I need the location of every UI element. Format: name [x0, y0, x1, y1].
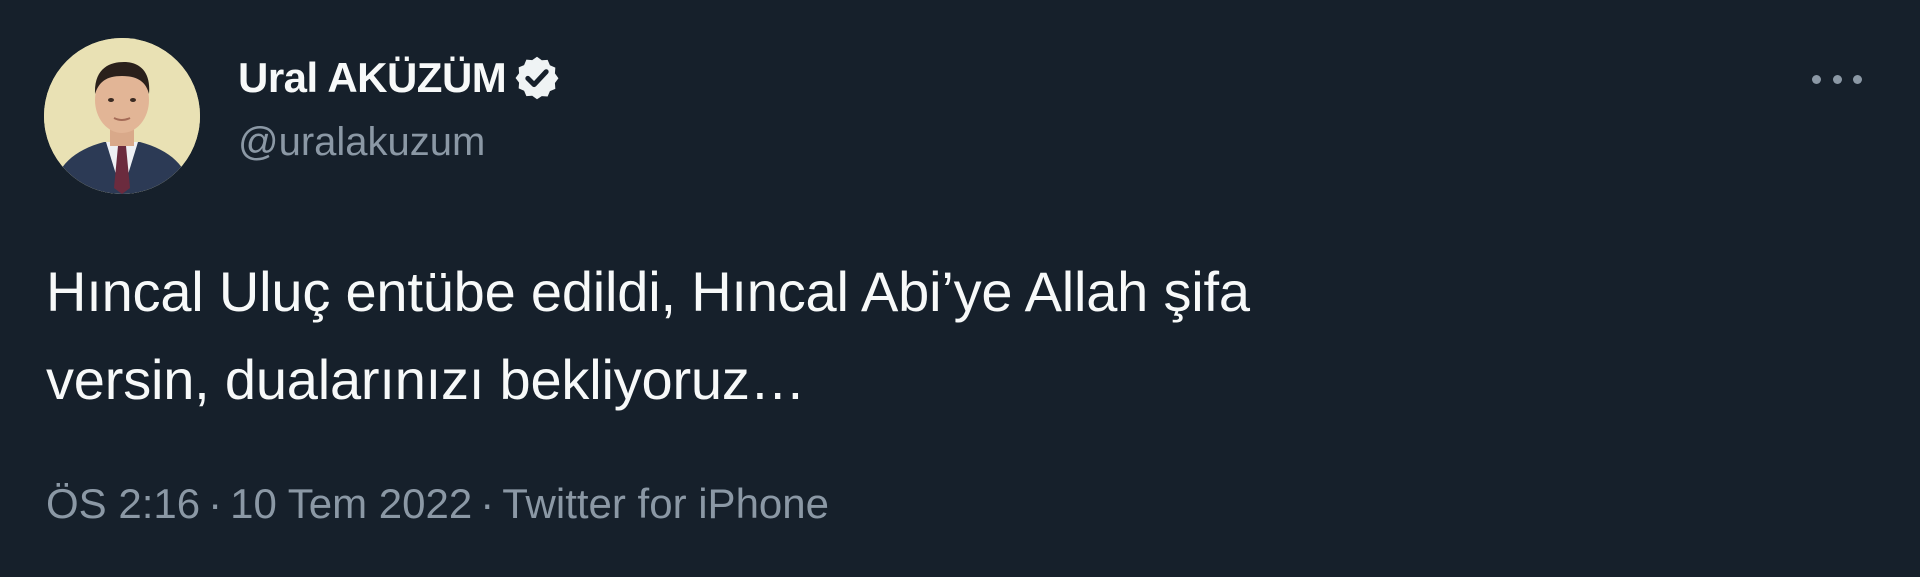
tweet-text-line: versin, dualarınızı bekliyoruz…	[46, 348, 806, 411]
name-row: Ural AKÜZÜM	[238, 50, 562, 106]
author-display-name[interactable]: Ural AKÜZÜM	[238, 50, 507, 106]
tweet-time[interactable]: ÖS 2:16	[46, 480, 200, 527]
tweet-source[interactable]: Twitter for iPhone	[502, 480, 829, 527]
author-handle[interactable]: @uralakuzum	[238, 116, 562, 168]
avatar[interactable]	[44, 38, 200, 194]
more-dot	[1812, 74, 1821, 84]
author-info: Ural AKÜZÜM @uralakuzum	[238, 50, 562, 168]
more-dot	[1853, 74, 1862, 84]
more-options-icon[interactable]	[1812, 64, 1862, 94]
tweet-date[interactable]: 10 Tem 2022	[230, 480, 472, 527]
more-dot	[1832, 74, 1842, 84]
tweet-meta: ÖS 2:16 · 10 Tem 2022 · Twitter for iPhone	[46, 476, 829, 532]
verified-badge-icon	[512, 53, 562, 103]
tweet-card: Ural AKÜZÜM @uralakuzum Hıncal Uluç entü…	[0, 0, 1920, 577]
meta-separator: ·	[480, 480, 495, 527]
meta-separator: ·	[208, 480, 223, 527]
tweet-text-line: Hıncal Uluç entübe edildi, Hıncal Abi’ye…	[46, 260, 1250, 323]
tweet-text: Hıncal Uluç entübe edildi, Hıncal Abi’ye…	[46, 248, 1786, 424]
